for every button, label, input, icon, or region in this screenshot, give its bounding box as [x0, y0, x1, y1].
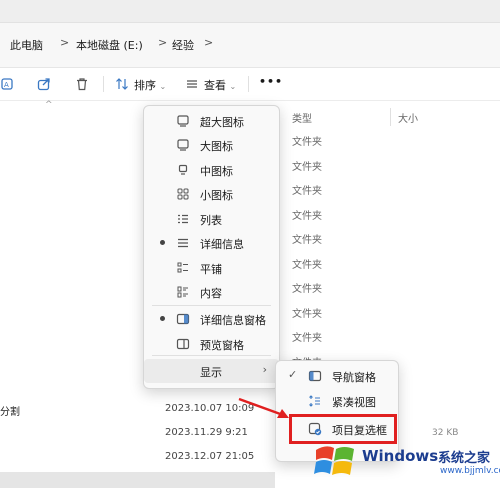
- menu-item-label: 内容: [200, 287, 222, 300]
- file-type-cell: 文件夹: [292, 259, 322, 271]
- file-type-cell: 文件夹: [292, 186, 322, 197]
- content-icon: [176, 285, 190, 299]
- chevron-down-icon: ⌄: [159, 82, 167, 91]
- annotation-arrow: [238, 397, 289, 418]
- rename-icon[interactable]: A: [0, 76, 16, 92]
- table-row[interactable]: 2023.12.07 21:05: [0, 447, 275, 469]
- nav-pane-icon: [308, 369, 322, 383]
- tiles-icon: [176, 261, 190, 275]
- show-submenu-item[interactable]: ✓ 导航窗格: [276, 364, 398, 388]
- table-row[interactable]: 2023.11.29 9:21: [0, 423, 275, 445]
- column-header-type[interactable]: 类型: [292, 110, 312, 125]
- breadcrumb-separator: >: [204, 36, 214, 49]
- view-menu-item[interactable]: 预览窗格: [144, 332, 279, 356]
- details-icon: [176, 236, 190, 250]
- selected-dot-icon: [160, 316, 165, 321]
- file-date-cell: 2023.11.29 9:21: [165, 427, 248, 438]
- breadcrumb-item-drive[interactable]: 本地磁盘 (E:): [76, 37, 143, 53]
- sort-button[interactable]: 排序 ⌄: [134, 77, 166, 93]
- watermark-cn: 系统之家: [438, 451, 491, 466]
- watermark-url: www.bjjmlv.com: [440, 466, 500, 476]
- watermark-brand: Windows: [362, 447, 439, 465]
- view-menu-item[interactable]: 大图标: [144, 133, 279, 157]
- file-type-cell: 文件夹: [292, 137, 322, 148]
- breadcrumb-separator: >: [158, 36, 168, 49]
- command-bar: A 排序 ⌄ 查看 ⌄ •••: [0, 68, 500, 101]
- view-menu: 超大图标大图标中图标小图标列表详细信息平铺内容详细信息窗格 预览窗格显示 ›: [143, 105, 280, 389]
- table-row[interactable]: 分割 2023.10.07 10:09: [0, 399, 275, 421]
- file-type-cell: 文件夹: [292, 161, 322, 173]
- grid-icon: [176, 187, 190, 201]
- view-menu-item[interactable]: 详细信息窗格: [144, 307, 279, 331]
- view-icon: [184, 76, 200, 92]
- toolbar-divider: [248, 76, 249, 92]
- menu-item-label: 中图标: [200, 165, 233, 178]
- menu-item-label: 预览窗格: [200, 339, 244, 352]
- selected-row-bg: [0, 472, 275, 488]
- details-pane-icon: [176, 312, 190, 326]
- file-size-cell: 32 KB: [432, 428, 459, 438]
- menu-item-label: 显示: [200, 366, 222, 379]
- breadcrumb-item-folder[interactable]: 经验: [172, 37, 194, 53]
- file-name-cell: 分割: [0, 407, 20, 418]
- chevron-down-icon: ⌄: [229, 82, 237, 91]
- file-date-cell: 2023.12.07 21:05: [165, 451, 255, 462]
- view-menu-item[interactable]: 中图标: [144, 158, 279, 182]
- sort-icon: [114, 76, 130, 92]
- monitor-small-icon: [176, 163, 190, 177]
- file-type-cell: 文件夹: [292, 284, 322, 295]
- menu-item-label: 超大图标: [200, 116, 244, 129]
- sort-caret-icon: ^: [45, 100, 53, 110]
- file-type-cell: 文件夹: [292, 308, 322, 320]
- view-menu-item[interactable]: 列表: [144, 207, 279, 231]
- view-menu-item[interactable]: 详细信息: [144, 231, 279, 255]
- title-strip: [0, 0, 500, 23]
- column-divider[interactable]: [390, 108, 391, 126]
- share-icon[interactable]: [36, 76, 52, 92]
- menu-item-label: 大图标: [200, 140, 233, 153]
- compact-icon: [308, 394, 322, 408]
- monitor-icon: [176, 114, 190, 128]
- submenu-item-label: 导航窗格: [332, 371, 376, 384]
- file-type-cell: 文件夹: [292, 210, 322, 222]
- selected-dot-icon: [160, 240, 165, 245]
- menu-item-label: 小图标: [200, 189, 233, 202]
- monitor-icon: [176, 138, 190, 152]
- menu-separator: [152, 355, 271, 356]
- delete-icon[interactable]: [74, 76, 90, 92]
- chevron-right-icon: ›: [262, 363, 267, 376]
- menu-separator: [152, 305, 271, 306]
- check-icon: ✓: [288, 368, 298, 381]
- submenu-item-label: 紧凑视图: [332, 396, 376, 409]
- file-type-cell: 文件夹: [292, 235, 322, 246]
- menu-item-label: 平铺: [200, 263, 222, 276]
- view-button[interactable]: 查看 ⌄: [204, 77, 236, 93]
- highlight-box: [289, 414, 397, 444]
- address-bar[interactable]: 此电脑 > 本地磁盘 (E:) > 经验 >: [0, 23, 500, 68]
- list-icon: [176, 212, 190, 226]
- sort-label: 排序: [134, 79, 156, 92]
- breadcrumb-separator: >: [60, 36, 70, 49]
- file-type-cell: 文件夹: [292, 333, 322, 344]
- view-menu-item[interactable]: 小图标: [144, 182, 279, 206]
- svg-text:A: A: [4, 81, 9, 89]
- toolbar-divider: [103, 76, 104, 92]
- menu-item-label: 详细信息窗格: [200, 314, 266, 327]
- view-menu-item[interactable]: 内容: [144, 280, 279, 304]
- preview-pane-icon: [176, 337, 190, 351]
- view-menu-item[interactable]: 平铺: [144, 256, 279, 280]
- view-menu-item[interactable]: 超大图标: [144, 109, 279, 133]
- breadcrumb-item-this-pc[interactable]: 此电脑: [10, 37, 43, 53]
- menu-item-label: 详细信息: [200, 238, 244, 251]
- more-options-button[interactable]: •••: [259, 75, 283, 88]
- column-header-size[interactable]: 大小: [398, 110, 418, 125]
- windows-logo: [314, 446, 354, 475]
- view-label: 查看: [204, 79, 226, 92]
- view-menu-item[interactable]: 显示 ›: [144, 359, 279, 383]
- menu-item-label: 列表: [200, 214, 222, 227]
